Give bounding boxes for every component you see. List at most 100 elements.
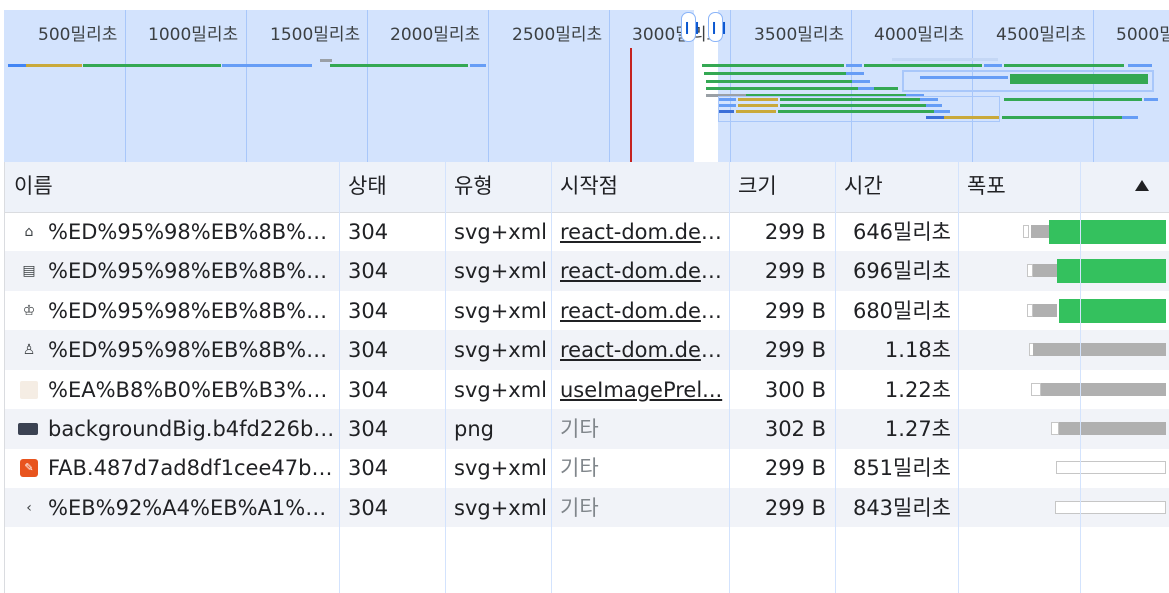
request-name[interactable]: %ED%95%98%EB%8B%A8... [48, 251, 335, 290]
request-initiator[interactable]: react-dom.dev... [560, 251, 726, 290]
tick-line [488, 10, 489, 162]
request-status: 304 [348, 495, 389, 520]
waterfall-grid-line [1080, 162, 1081, 593]
column-divider[interactable] [835, 162, 836, 593]
person-icon: ♙ [22, 342, 36, 359]
image-thumbnail-icon [18, 423, 38, 435]
waterfall-queue-bar [1031, 382, 1041, 396]
overview-request-bar [1004, 98, 1142, 101]
overview-request-bar [852, 80, 870, 83]
request-time: 646밀리초 [852, 220, 951, 244]
tick-line [609, 10, 610, 162]
tick-label: 4000밀리초 [874, 25, 965, 45]
column-divider[interactable] [729, 162, 730, 593]
request-status: 304 [348, 456, 389, 481]
request-type: svg+xml [454, 377, 548, 402]
column-divider[interactable] [445, 162, 446, 593]
overview-request-bar [470, 64, 486, 67]
tick-label: 2000밀리초 [390, 25, 481, 45]
overview-request-bar [1004, 64, 1124, 67]
tick-label: 5000밀리초 [1116, 25, 1169, 45]
overview-request-bar [1002, 116, 1122, 119]
table-row[interactable]: ♙ %ED%95%98%EB%8B%A8... 304 svg+xml react-do… [5, 330, 1169, 370]
request-name[interactable]: %EB%92%A4%EB%A1%9C... [48, 488, 335, 527]
table-row[interactable]: ▤ %ED%95%98%EB%8B%A8... 304 svg+xml react-do… [5, 251, 1169, 291]
request-status: 304 [348, 338, 389, 363]
request-time: 1.27초 [884, 417, 951, 441]
column-header-type[interactable]: 유형 [445, 162, 551, 212]
overview-request-bar [1128, 64, 1152, 67]
request-type: svg+xml [454, 456, 548, 481]
waterfall-waiting-bar [1031, 225, 1049, 238]
overview-request-bar [330, 64, 468, 67]
request-type: png [454, 417, 494, 441]
request-name[interactable]: %ED%95%98%EB%8B%A8... [48, 330, 335, 369]
request-time: 843밀리초 [852, 495, 951, 520]
request-type: svg+xml [454, 298, 548, 323]
request-name[interactable]: FAB.487d7ad8df1cee47b0... [48, 448, 335, 487]
overview-request-bar [846, 64, 862, 67]
timeline-left-handle[interactable]: ❙❙ [681, 12, 702, 42]
overview-request-bar [1010, 74, 1148, 84]
table-header: 이름 상태 유형 시작점 크기 시간 폭포 [5, 162, 1169, 213]
waterfall-waiting-bar [1033, 264, 1057, 278]
waterfall-waiting-bar [1033, 343, 1166, 357]
tick-line [367, 10, 368, 162]
waterfall-download-bar [1057, 259, 1166, 284]
request-time: 696밀리초 [852, 259, 951, 284]
waterfall-waiting-bar [1041, 382, 1166, 396]
request-name[interactable]: %ED%95%98%EB%8B%A8... [48, 291, 335, 330]
column-divider[interactable] [339, 162, 340, 593]
tick-line [730, 10, 731, 162]
request-name[interactable]: backgroundBig.b4fd226bb... [48, 409, 335, 448]
column-header-status[interactable]: 상태 [339, 162, 445, 212]
overview-request-bar [984, 64, 1002, 67]
tick-label: 3500밀리초 [754, 25, 845, 45]
pause-handle-icon: ❙❙ [682, 20, 703, 34]
column-divider[interactable] [958, 162, 959, 593]
overview-request-bar [864, 64, 982, 67]
request-time: 1.18초 [884, 338, 951, 363]
network-request-table: 이름 상태 유형 시작점 크기 시간 폭포 ⌂ %ED%95%98%EB%8B%A… [4, 162, 1169, 593]
waterfall-queue-bar [1056, 461, 1166, 475]
overview-request-bar [706, 80, 852, 83]
table-row[interactable]: backgroundBig.b4fd226bb... 304 png 기타 302 B 1… [5, 409, 1169, 449]
request-initiator[interactable]: useImagePrel... [560, 370, 726, 409]
table-row[interactable]: ♔ %ED%95%98%EB%8B%A8... 304 svg+xml react-do… [5, 291, 1169, 331]
table-row[interactable]: ⌂ %ED%95%98%EB%8B%A8... 304 svg+xml react-do… [5, 212, 1169, 252]
overview-request-bar [26, 64, 82, 67]
column-divider[interactable] [551, 162, 552, 593]
column-header-initiator[interactable]: 시작점 [551, 162, 729, 212]
table-row[interactable]: ✎ FAB.487d7ad8df1cee47b0... 304 svg+xml 기타 29… [5, 448, 1169, 488]
request-initiator[interactable]: react-dom.dev... [560, 291, 726, 330]
request-type: svg+xml [454, 259, 548, 284]
request-size: 302 B [764, 417, 826, 441]
chevron-left-icon: ‹ [26, 499, 32, 516]
pause-handle-icon: ❙❙ [709, 20, 730, 34]
sort-ascending-icon[interactable] [1135, 180, 1149, 191]
request-name[interactable]: %ED%95%98%EB%8B%A8... [48, 212, 335, 251]
waterfall-waiting-bar [1033, 303, 1057, 317]
network-overview-timeline[interactable]: 500밀리초 1000밀리초 1500밀리초 2000밀리초 2500밀리초 3… [4, 10, 1169, 162]
tick-line [246, 10, 247, 162]
column-header-size[interactable]: 크기 [729, 162, 835, 212]
request-initiator[interactable]: react-dom.dev... [560, 330, 726, 369]
request-status: 304 [348, 220, 389, 244]
table-row[interactable]: ‹ %EB%92%A4%EB%A1%9C... 304 svg+xml 기타 299 B 8… [5, 487, 1169, 528]
table-row[interactable]: %EA%B8%B0%EB%B3%B8... 304 svg+xml useImageP… [5, 370, 1169, 410]
request-status: 304 [348, 377, 389, 402]
request-status: 304 [348, 417, 389, 441]
document-icon: ▤ [22, 263, 36, 280]
timeline-right-handle[interactable]: ❙❙ [708, 12, 729, 42]
column-header-name[interactable]: 이름 [5, 162, 339, 212]
request-name[interactable]: %EA%B8%B0%EB%B3%B8... [48, 370, 335, 409]
column-header-time[interactable]: 시간 [835, 162, 958, 212]
overview-request-bar [222, 64, 312, 67]
request-status: 304 [348, 259, 389, 284]
image-thumbnail-icon [20, 380, 38, 399]
overview-request-bar [706, 87, 858, 90]
overview-request-bar [704, 72, 846, 75]
overview-request-bar [892, 58, 998, 61]
tick-label: 4500밀리초 [996, 25, 1087, 45]
request-initiator[interactable]: react-dom.dev... [560, 212, 726, 251]
